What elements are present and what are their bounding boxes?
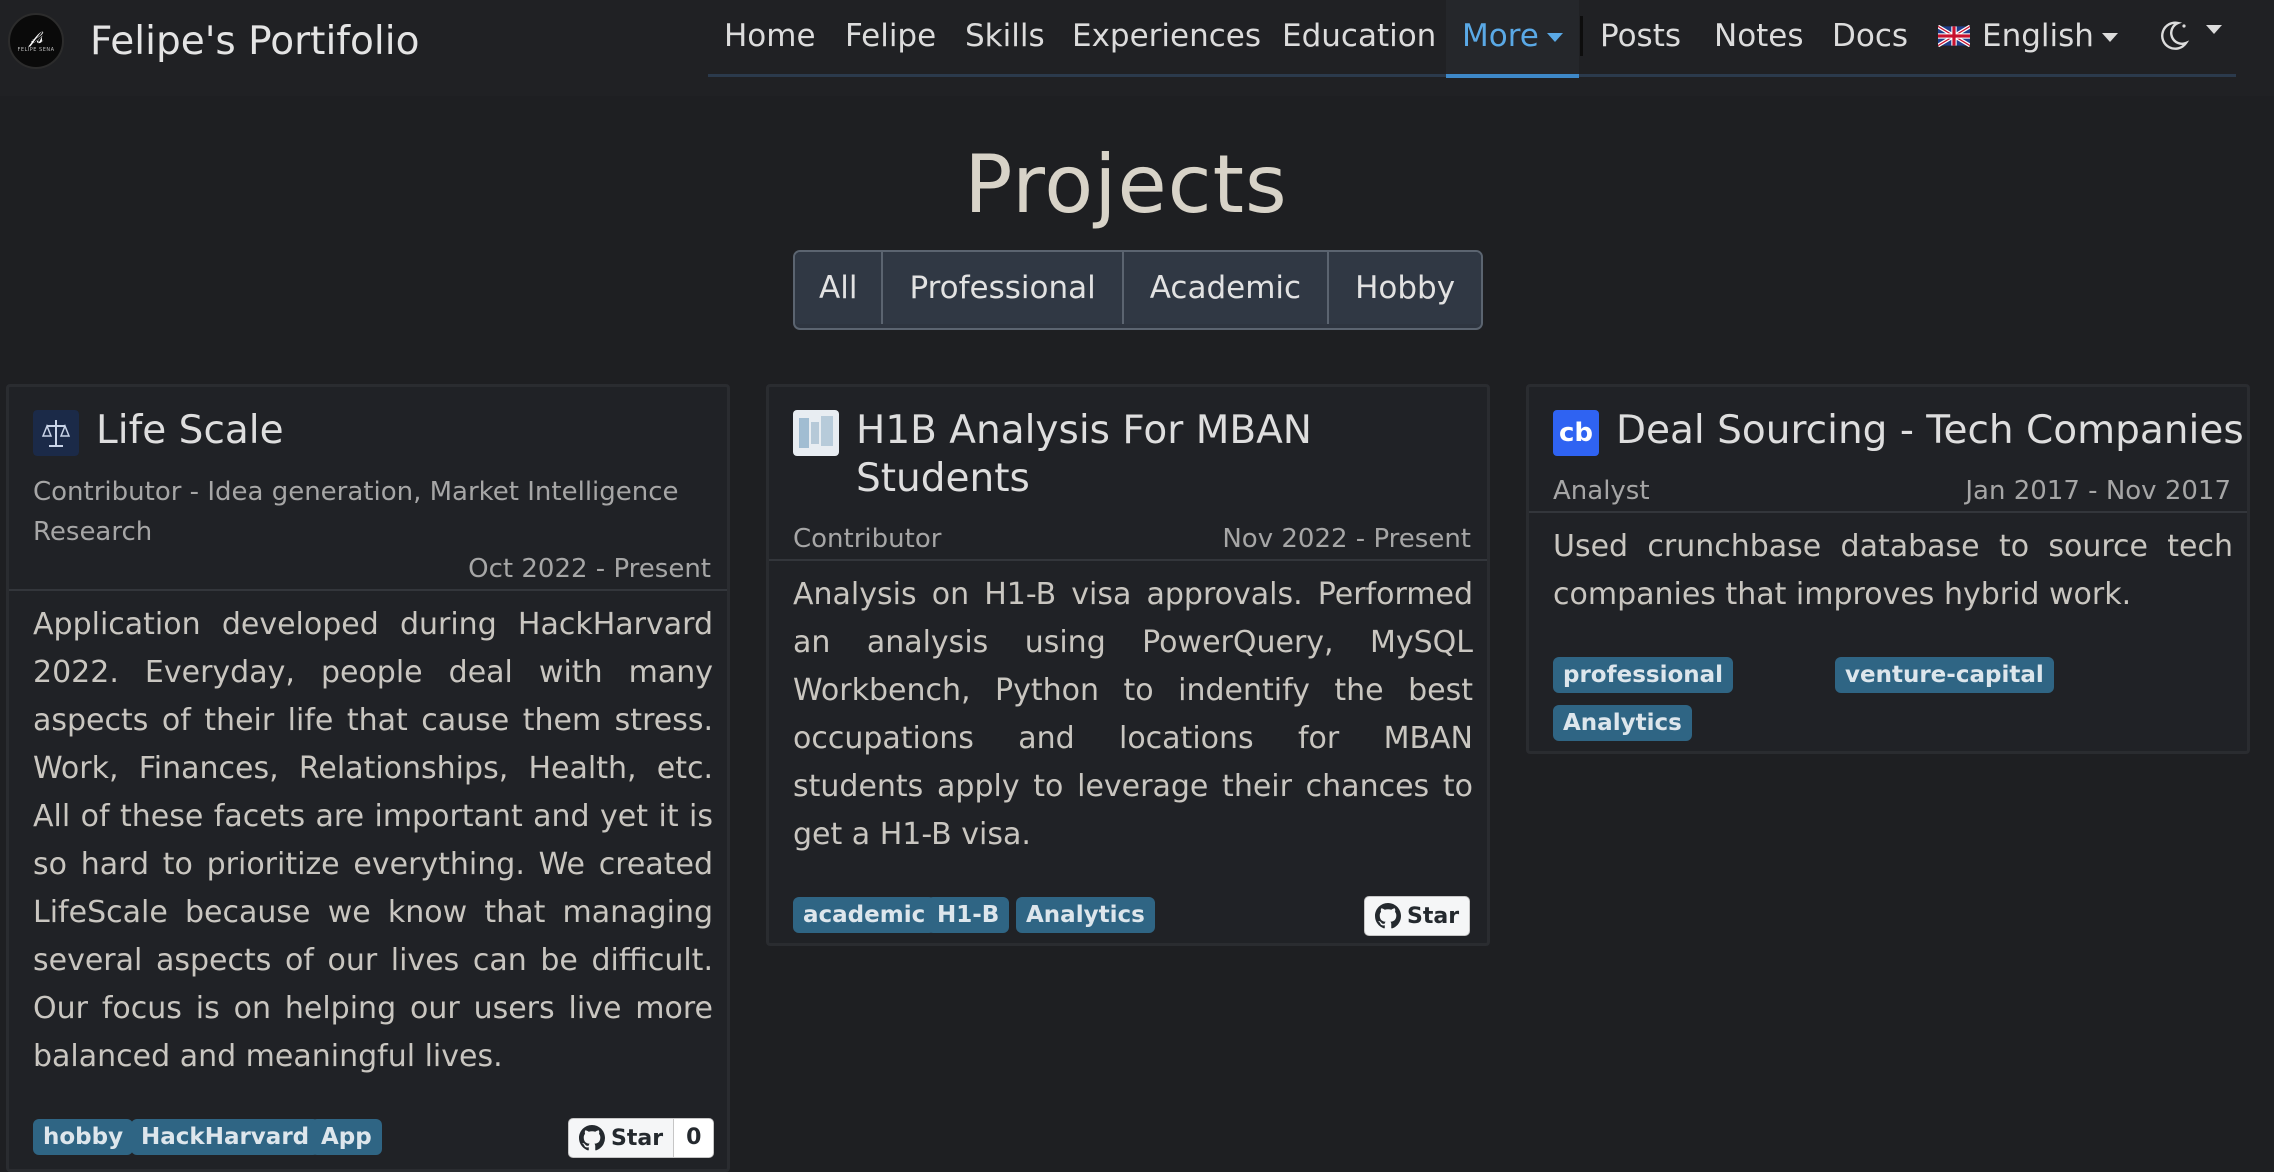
card-divider (769, 559, 1487, 561)
crunchbase-logo-icon: cb (1553, 410, 1599, 456)
nav-posts[interactable]: Posts (1600, 14, 1681, 58)
tag-academic[interactable]: academic (793, 897, 936, 933)
page-title: Projects (964, 138, 1288, 231)
project-description: Application developed during HackHarvard… (33, 607, 713, 1074)
brand-logo-signature: 𝒻𝓈 (29, 28, 43, 48)
theme-chevron-down-icon[interactable] (2206, 25, 2222, 34)
h1b-thumbnail-icon (793, 410, 839, 456)
project-title[interactable]: Deal Sourcing - Tech Companies (1616, 407, 2244, 455)
brand-logo-caption: FELIPE SENA (17, 47, 55, 53)
language-dropdown[interactable]: English (1938, 14, 2118, 58)
uk-flag-icon (1938, 24, 1970, 47)
nav-docs[interactable]: Docs (1832, 14, 1908, 58)
project-date: Oct 2022 - Present (468, 554, 711, 584)
github-star-button[interactable]: Star (1364, 896, 1471, 936)
nav-more-label: More (1462, 18, 1539, 54)
scale-logo-icon (33, 410, 79, 456)
tag-analytics[interactable]: Analytics (1016, 897, 1155, 933)
project-card: H1B Analysis For MBAN Students Contribut… (766, 384, 1490, 946)
filter-academic-button[interactable]: Academic (1123, 252, 1330, 324)
github-icon (1375, 903, 1401, 929)
tag-hobby[interactable]: hobby (33, 1119, 134, 1155)
project-description: Used crunchbase database to source tech … (1553, 529, 2233, 612)
github-star[interactable]: Star (1365, 897, 1469, 935)
brand[interactable]: 𝒻𝓈 FELIPE SENA Felipe's Portifolio (8, 13, 419, 69)
nav-felipe[interactable]: Felipe (845, 14, 936, 58)
project-card: cb Deal Sourcing - Tech Companies Analys… (1526, 384, 2250, 754)
github-star-label: Star (611, 1125, 664, 1151)
nav-active-indicator (1446, 74, 1579, 78)
chevron-down-icon (1546, 33, 1563, 42)
nav-skills[interactable]: Skills (965, 14, 1045, 58)
nav-more-dropdown[interactable]: More (1462, 14, 1563, 58)
github-star-button[interactable]: Star 0 (568, 1118, 715, 1158)
navbar: 𝒻𝓈 FELIPE SENA Felipe's Portifolio Home … (0, 0, 2274, 96)
project-title[interactable]: Life Scale (96, 407, 284, 455)
project-title[interactable]: H1B Analysis For MBAN Students (856, 407, 1476, 503)
nav-notes[interactable]: Notes (1714, 14, 1804, 58)
tag-analytics[interactable]: Analytics (1553, 705, 1692, 741)
github-star-count[interactable]: 0 (673, 1119, 714, 1157)
brand-name[interactable]: Felipe's Portifolio (90, 19, 419, 64)
project-date: Nov 2022 - Present (1222, 524, 1471, 554)
card-divider (9, 589, 727, 591)
project-card: Life Scale Contributor - Idea generation… (6, 384, 730, 1172)
chevron-down-icon (2101, 33, 2118, 42)
card-divider (1529, 511, 2247, 513)
theme-toggle-icon[interactable] (2156, 19, 2190, 53)
language-label: English (1982, 18, 2094, 54)
nav-home[interactable]: Home (724, 14, 816, 58)
nav-education[interactable]: Education (1282, 14, 1436, 58)
tag-app[interactable]: App (311, 1119, 382, 1155)
nav-experiences[interactable]: Experiences (1072, 14, 1261, 58)
github-star-label: Star (1407, 903, 1460, 929)
project-date: Jan 2017 - Nov 2017 (1965, 476, 2231, 506)
tag-professional[interactable]: professional (1553, 657, 1734, 693)
tag-hackharvard[interactable]: HackHarvard (131, 1119, 320, 1155)
brand-logo[interactable]: 𝒻𝓈 FELIPE SENA (8, 13, 64, 69)
filter-all-button[interactable]: All (795, 252, 884, 324)
project-filter-group: All Professional Academic Hobby (793, 250, 1484, 330)
github-star[interactable]: Star (569, 1119, 673, 1157)
filter-professional-button[interactable]: Professional (883, 252, 1124, 324)
project-role: Contributor - Idea generation, Market In… (33, 477, 679, 547)
project-description: Analysis on H1-B visa approvals. Perform… (793, 577, 1473, 852)
tag-venture-capital[interactable]: venture-capital (1835, 657, 2054, 693)
nav-separator (1580, 16, 1583, 56)
filter-hobby-button[interactable]: Hobby (1329, 252, 1482, 324)
tag-h1-b[interactable]: H1-B (927, 897, 1010, 933)
github-icon (579, 1125, 605, 1151)
